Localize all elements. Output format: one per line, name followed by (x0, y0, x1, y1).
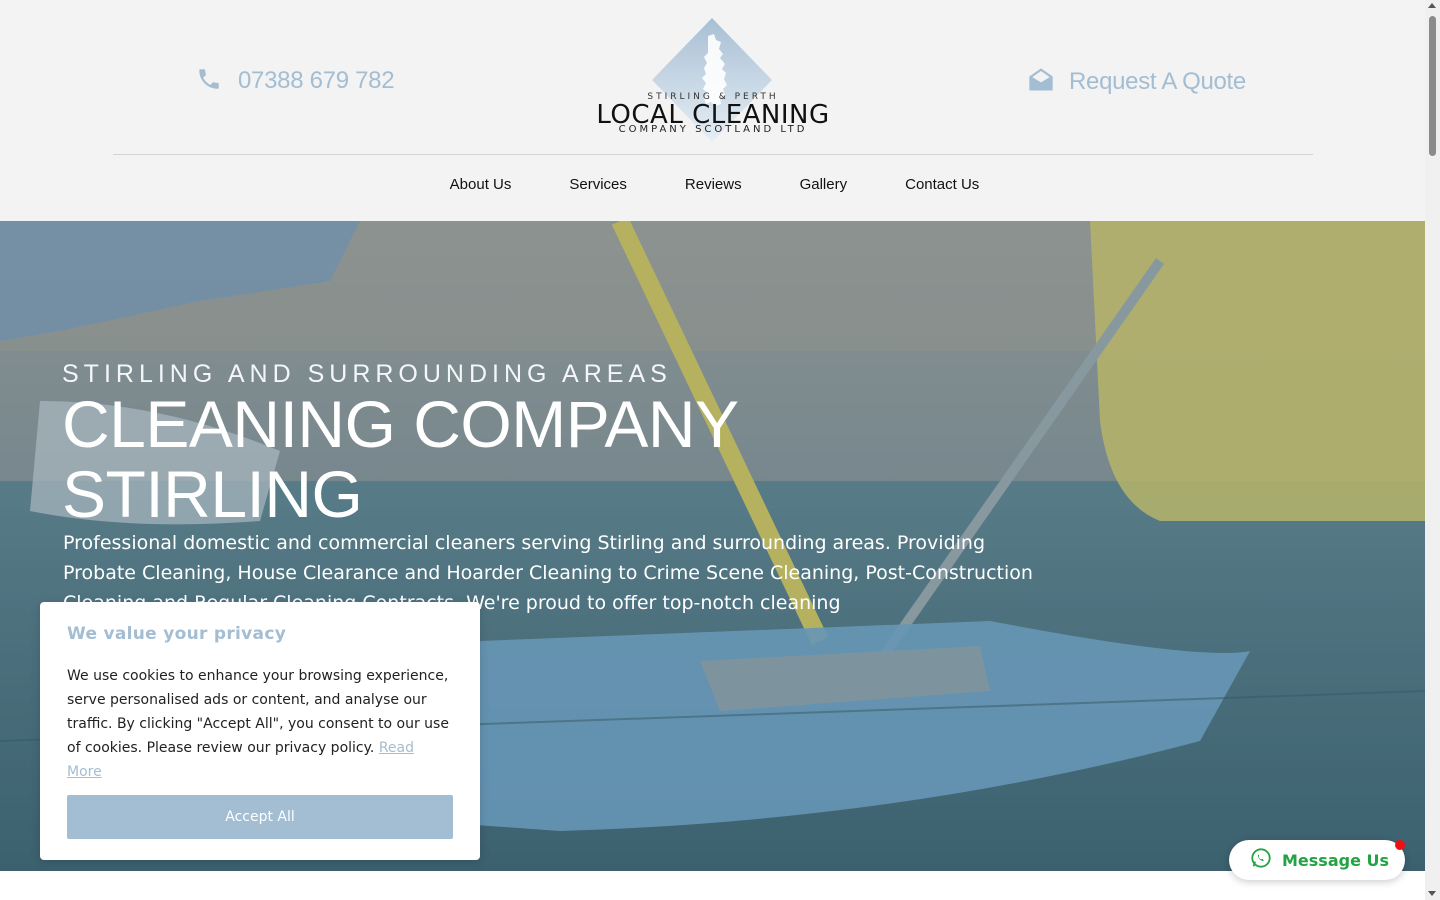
accept-all-button[interactable]: Accept All (67, 795, 453, 839)
message-us-label: Message Us (1282, 850, 1390, 870)
scroll-up-arrow-icon[interactable] (1428, 3, 1436, 8)
phone-number: 07388 679 782 (238, 67, 395, 94)
whatsapp-icon (1250, 847, 1272, 873)
page-below-hero (0, 871, 1425, 900)
cookie-text: We use cookies to enhance your browsing … (67, 664, 453, 784)
logo-subtitle: COMPANY SCOTLAND LTD (618, 124, 808, 135)
request-quote-link[interactable]: Request A Quote (1027, 66, 1246, 98)
cookie-title: We value your privacy (67, 624, 287, 644)
cookie-consent-banner: We value your privacy We use cookies to … (40, 602, 480, 860)
message-us-button[interactable]: Message Us (1229, 840, 1405, 880)
hero-headline: CLEANING COMPANY STIRLING (62, 387, 738, 531)
notification-dot (1395, 840, 1405, 850)
hero-eyebrow: STIRLING AND SURROUNDING AREAS (62, 360, 672, 388)
main-nav: About Us Services Reviews Gallery Contac… (0, 176, 1425, 193)
nav-item-contact-us[interactable]: Contact Us (905, 176, 979, 193)
header-divider (113, 154, 1313, 155)
scroll-thumb[interactable] (1429, 16, 1436, 156)
scroll-down-arrow-icon[interactable] (1428, 891, 1436, 896)
company-logo[interactable]: STIRLING & PERTH LOCAL CLEANING COMPANY … (590, 14, 840, 152)
site-header: 07388 679 782 STIRLING & PERTH LOCAL CLE… (0, 0, 1425, 221)
nav-item-reviews[interactable]: Reviews (685, 176, 742, 193)
nav-item-gallery[interactable]: Gallery (800, 176, 848, 193)
envelope-icon (1027, 66, 1055, 98)
quote-label: Request A Quote (1069, 68, 1246, 95)
page-scrollbar[interactable] (1425, 0, 1440, 900)
nav-item-services[interactable]: Services (569, 176, 627, 193)
nav-item-about-us[interactable]: About Us (450, 176, 512, 193)
phone-link[interactable]: 07388 679 782 (196, 66, 395, 96)
phone-icon (196, 66, 222, 96)
